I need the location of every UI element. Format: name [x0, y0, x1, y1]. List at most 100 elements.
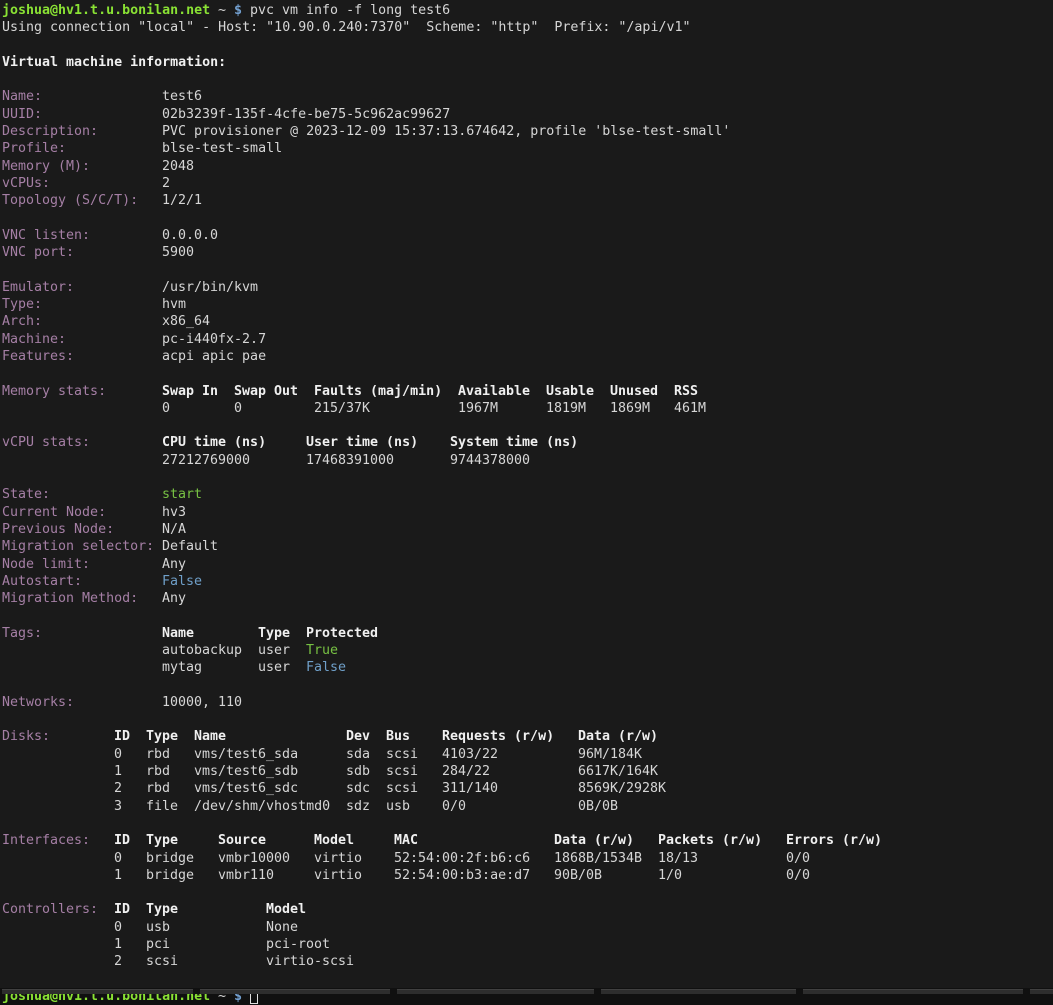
features-row: Features:acpi apic pae [0, 348, 1053, 365]
interface-row-0-seg-2: vmbr10000 [218, 850, 290, 867]
topology-row: Topology (S/C/T):1/2/1 [0, 192, 1053, 209]
disks-header-seg-1: ID [114, 728, 130, 745]
memory-stats-header-seg-7: RSS [674, 383, 698, 400]
autostart-row-seg-0: Autostart: [2, 573, 82, 590]
interfaces-header: Interfaces:IDTypeSourceModelMACData (r/w… [0, 832, 1053, 849]
description-row: Description:PVC provisioner @ 2023-12-09… [0, 123, 1053, 140]
blank [0, 711, 1053, 728]
connection-info: Using connection "local" - Host: "10.90.… [0, 19, 1053, 36]
vcpu-stats-values: 27212769000174683910009744378000 [0, 452, 1053, 469]
node-limit-row-seg-0: Node limit: [2, 556, 90, 573]
disk-row-0-seg-4: scsi [386, 746, 418, 763]
vcpus-row-seg-1: 2 [162, 175, 170, 192]
memory-stats-header-seg-0: Memory stats: [2, 383, 106, 400]
disk-row-2-seg-5: 311/140 [442, 780, 498, 797]
disk-row-0-seg-5: 4103/22 [442, 746, 498, 763]
controller-row-1-seg-1: pci [146, 936, 170, 953]
vcpu-stats-header: vCPU stats:CPU time (ns)User time (ns)Sy… [0, 434, 1053, 451]
emulator-row-seg-0: Emulator: [2, 279, 74, 296]
controller-row-2-seg-1: scsi [146, 953, 178, 970]
interface-row-0-seg-7: 0/0 [786, 850, 810, 867]
vcpu-stats-header-seg-2: User time (ns) [306, 434, 418, 451]
disk-row-3-seg-5: 0/0 [442, 798, 466, 815]
migration-method-row-seg-0: Migration Method: [2, 590, 138, 607]
migration-method-row: Migration Method: Any [0, 590, 1053, 607]
description-row-seg-0: Description: [2, 123, 98, 140]
memory-row-seg-1: 2048 [162, 158, 194, 175]
state-row: State:start [0, 486, 1053, 503]
node-limit-row-seg-1: Any [162, 556, 186, 573]
memory-stats-header-seg-1: Swap In [162, 383, 218, 400]
arch-row: Arch:x86_64 [0, 313, 1053, 330]
tag-row-autobackup-seg-0: autobackup [162, 642, 242, 659]
blank [0, 971, 1053, 988]
controllers-header-seg-0: Controllers: [2, 901, 98, 918]
networks-row: Networks:10000, 110 [0, 694, 1053, 711]
taskbar-button-4[interactable] [803, 989, 1023, 994]
interfaces-header-seg-7: Packets (r/w) [658, 832, 762, 849]
taskbar-button-0[interactable] [2, 989, 193, 994]
interfaces-header-seg-1: ID [114, 832, 130, 849]
disk-row-3-seg-1: file [146, 798, 178, 815]
disks-header-seg-5: Bus [386, 728, 410, 745]
type-row-seg-0: Type: [2, 296, 42, 313]
profile-row-seg-1: blse-test-small [162, 140, 282, 157]
machine-row-seg-1: pc-i440fx-2.7 [162, 331, 266, 348]
migration-selector-row: Migration selector:Default [0, 538, 1053, 555]
disk-row-2-seg-1: rbd [146, 780, 170, 797]
tag-row-autobackup: autobackupuserTrue [0, 642, 1053, 659]
vm-info-title: Virtual machine information: [0, 54, 1053, 71]
blank [0, 417, 1053, 434]
disk-row-1-seg-1: rbd [146, 763, 170, 780]
controller-row-2-seg-0: 2 [114, 953, 122, 970]
prompt-line-1-seg-2: $ [234, 2, 242, 19]
disks-header-seg-0: Disks: [2, 728, 50, 745]
uuid-row-seg-1: 02b3239f-135f-4cfe-be75-5c962ac99627 [162, 106, 450, 123]
taskbar-strip [0, 988, 1053, 994]
taskbar-button-5[interactable] [1030, 989, 1053, 994]
vnc-listen-row: VNC listen: 0.0.0.0 [0, 227, 1053, 244]
autostart-row: Autostart:False [0, 573, 1053, 590]
memory-row-seg-0: Memory (M): [2, 158, 90, 175]
tag-row-mytag-seg-1: user [258, 659, 290, 676]
memory-stats-values-seg-4: 1819M [546, 400, 586, 417]
name-row-seg-0: Name: [2, 88, 42, 105]
blank [0, 677, 1053, 694]
disk-row-1-seg-4: scsi [386, 763, 418, 780]
tags-header-seg-1: Name [162, 625, 194, 642]
previous-node-row-seg-1: N/A [162, 521, 186, 538]
disk-row-3-seg-3: sdz [346, 798, 370, 815]
blank [0, 210, 1053, 227]
disk-row-0: 0rbdvms/test6_sdasdascsi4103/2296M/184K [0, 746, 1053, 763]
controller-row-1-seg-0: 1 [114, 936, 122, 953]
taskbar-button-1[interactable] [200, 989, 390, 994]
machine-row: Machine:pc-i440fx-2.7 [0, 331, 1053, 348]
connection-info-seg-0: Using connection "local" - Host: "10.90.… [2, 19, 690, 36]
blank [0, 607, 1053, 624]
taskbar-button-3[interactable] [601, 989, 796, 994]
interface-row-0-seg-3: virtio [314, 850, 362, 867]
vcpu-stats-values-seg-2: 9744378000 [450, 452, 530, 469]
tag-row-autobackup-seg-1: user [258, 642, 290, 659]
name-row-seg-1: test6 [162, 88, 202, 105]
disk-row-3: 3file/dev/shm/vhostmd0sdzusb0/00B/0B [0, 798, 1053, 815]
controllers-header-seg-2: Type [146, 901, 178, 918]
interfaces-header-seg-2: Type [146, 832, 178, 849]
prompt-line-1-seg-3: pvc vm info -f long test6 [250, 2, 450, 19]
memory-stats-values-seg-6: 461M [674, 400, 706, 417]
terminal-window[interactable]: joshua@hv1.t.u.bonilan.net~$pvc vm info … [0, 0, 1053, 988]
memory-stats-values-seg-1: 0 [234, 400, 242, 417]
state-row-seg-0: State: [2, 486, 50, 503]
controllers-header-seg-3: Model [266, 901, 306, 918]
migration-method-row-seg-1: Any [162, 590, 186, 607]
disk-row-0-seg-2: vms/test6_sda [194, 746, 298, 763]
vnc-listen-row-seg-1: 0.0.0.0 [162, 227, 218, 244]
taskbar-button-2[interactable] [397, 989, 594, 994]
interface-row-1-seg-2: vmbr110 [218, 867, 274, 884]
memory-stats-values-seg-0: 0 [162, 400, 170, 417]
controller-row-0-seg-2: None [266, 919, 298, 936]
emulator-row: Emulator:/usr/bin/kvm [0, 279, 1053, 296]
memory-stats-values-seg-5: 1869M [610, 400, 650, 417]
vnc-listen-row-seg-0: VNC listen: [2, 227, 90, 244]
controller-row-0-seg-1: usb [146, 919, 170, 936]
